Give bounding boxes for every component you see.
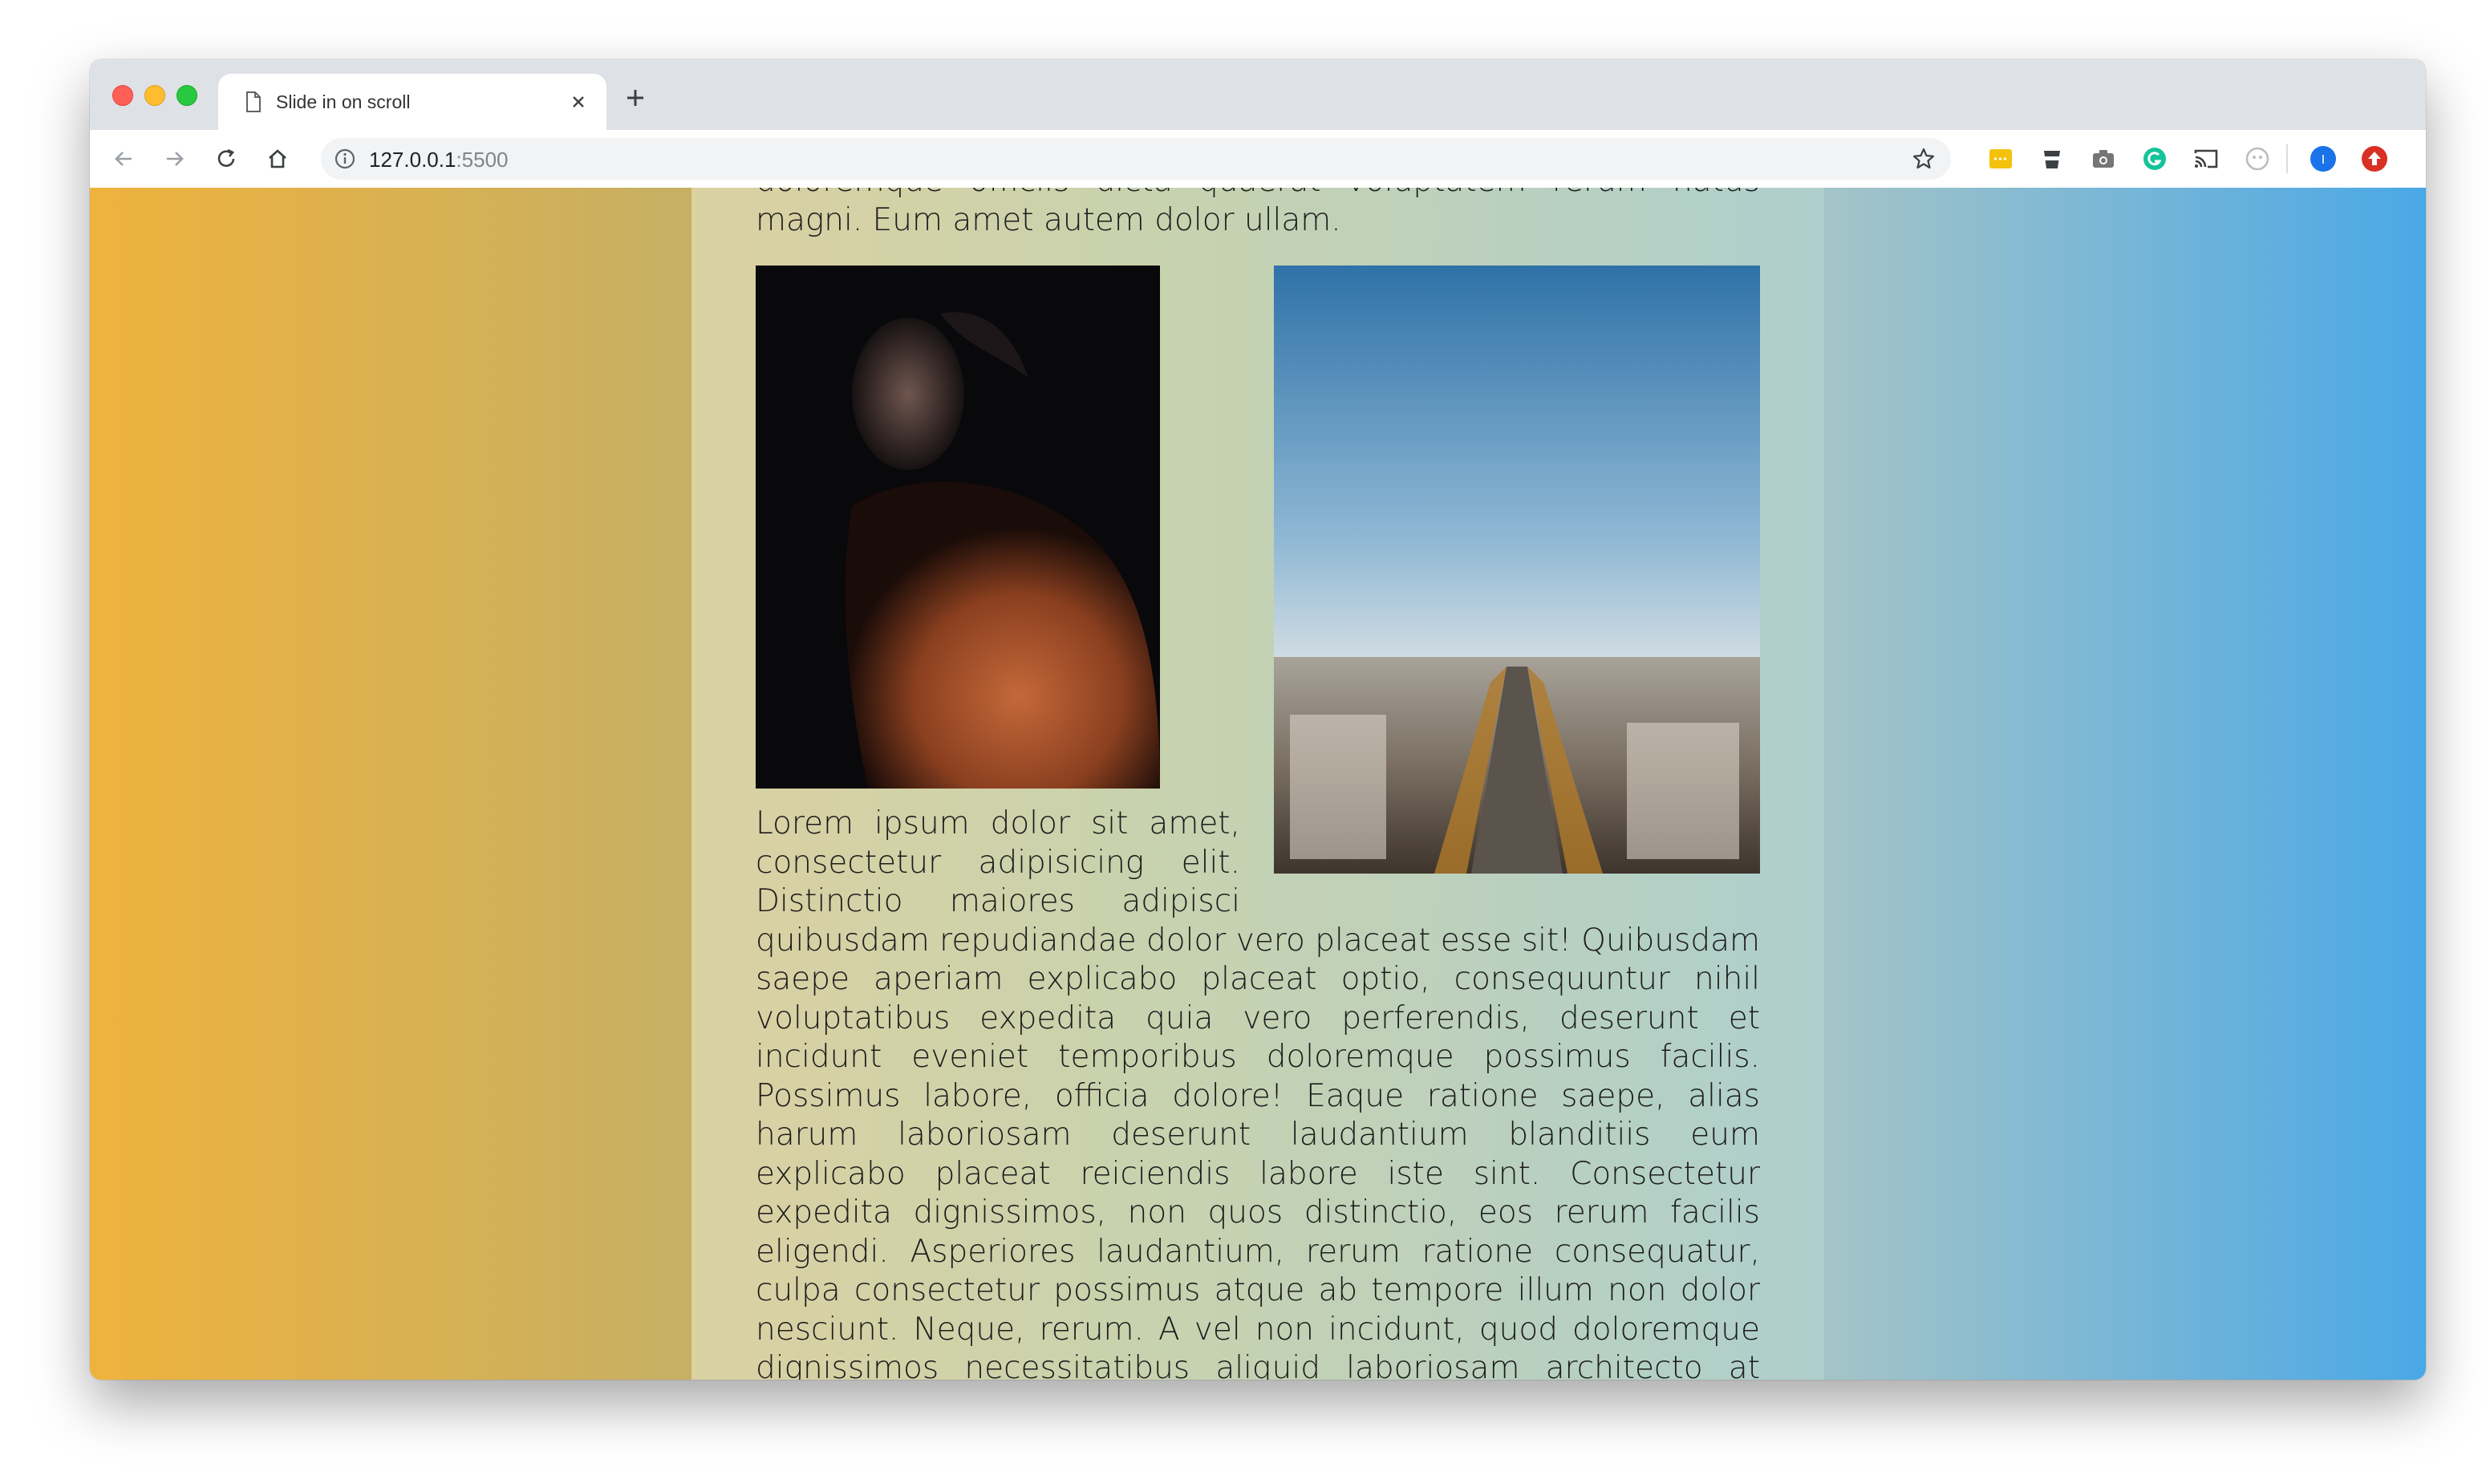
- url-port: :5500: [456, 148, 509, 172]
- info-icon[interactable]: [334, 148, 356, 170]
- reload-icon[interactable]: [212, 144, 241, 173]
- page-viewport: doloremque officiis dicta quaerat volupt…: [90, 188, 2426, 1380]
- maximize-window-button[interactable]: [176, 85, 197, 106]
- close-icon[interactable]: [566, 90, 590, 114]
- tab-title: Slide in on scroll: [276, 91, 411, 112]
- article-column: doloremque officiis dicta quaerat volupt…: [691, 188, 1824, 1380]
- woman-photo: [756, 266, 1160, 789]
- update-icon[interactable]: [2360, 144, 2389, 173]
- profile-avatar[interactable]: I: [2309, 144, 2338, 173]
- tab-active[interactable]: Slide in on scroll: [218, 74, 606, 130]
- close-window-button[interactable]: [112, 85, 133, 106]
- cup-extension-icon[interactable]: [2038, 144, 2066, 173]
- browser-window: Slide in on scroll 127.0.0.1:5500 I magn…: [90, 59, 2426, 1380]
- toolbar-separator: [2286, 144, 2288, 173]
- profile-initial: I: [2322, 153, 2325, 167]
- intro-paragraph: doloremque officiis dicta quaerat volupt…: [756, 188, 1760, 238]
- tab-strip: Slide in on scroll: [90, 59, 2426, 130]
- browser-toolbar: 127.0.0.1:5500 I: [90, 130, 2426, 189]
- grammarly-icon[interactable]: [2140, 144, 2169, 173]
- url-text[interactable]: 127.0.0.1:5500: [369, 148, 509, 172]
- cast-icon[interactable]: [2192, 144, 2220, 173]
- minimize-window-button[interactable]: [144, 85, 165, 106]
- city-photo: [1274, 266, 1760, 874]
- url-host: 127.0.0.1: [369, 148, 456, 172]
- forward-arrow-icon[interactable]: [160, 144, 189, 173]
- page-icon: [246, 91, 261, 112]
- back-arrow-icon[interactable]: [109, 144, 138, 173]
- address-bar[interactable]: 127.0.0.1:5500: [321, 138, 1951, 180]
- home-icon[interactable]: [263, 144, 292, 173]
- article: doloremque officiis dicta quaerat volupt…: [756, 188, 1760, 1380]
- bookmark-star-icon[interactable]: [1911, 146, 1936, 172]
- camera-extension-icon[interactable]: [2089, 144, 2118, 173]
- ghostery-icon[interactable]: [2243, 144, 2272, 173]
- notes-extension-icon[interactable]: [1986, 144, 2015, 173]
- new-tab-button[interactable]: [622, 85, 648, 111]
